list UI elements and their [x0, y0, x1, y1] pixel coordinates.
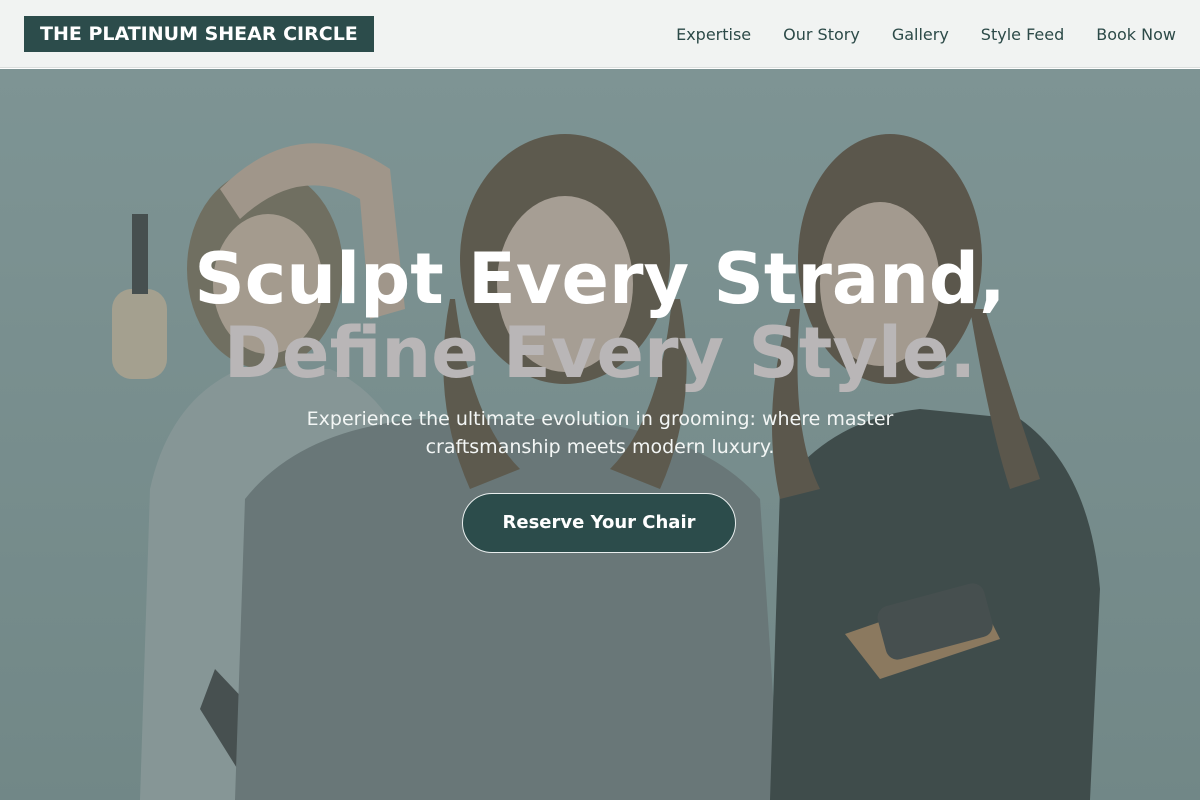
- top-navbar: THE PLATINUM SHEAR CIRCLE Expertise Our …: [0, 0, 1200, 68]
- hero-section: Sculpt Every Strand, Define Every Style.…: [0, 69, 1200, 800]
- hero-subtext: Experience the ultimate evolution in gro…: [306, 408, 894, 458]
- nav-link-our-story[interactable]: Our Story: [783, 25, 860, 44]
- nav-link-style-feed[interactable]: Style Feed: [981, 25, 1064, 44]
- brand-logo[interactable]: THE PLATINUM SHEAR CIRCLE: [24, 16, 374, 52]
- nav-link-expertise[interactable]: Expertise: [676, 25, 751, 44]
- main-menu: Expertise Our Story Gallery Style Feed B…: [676, 0, 1176, 68]
- reserve-chair-button[interactable]: Reserve Your Chair: [462, 493, 736, 553]
- nav-link-gallery[interactable]: Gallery: [892, 25, 949, 44]
- hero-headline-line1: Sculpt Every Strand,: [194, 238, 1006, 320]
- hero-content: Sculpt Every Strand, Define Every Style.…: [0, 69, 1200, 800]
- nav-link-book-now[interactable]: Book Now: [1096, 25, 1176, 44]
- hero-headline-line2: Define Every Style.: [223, 312, 977, 394]
